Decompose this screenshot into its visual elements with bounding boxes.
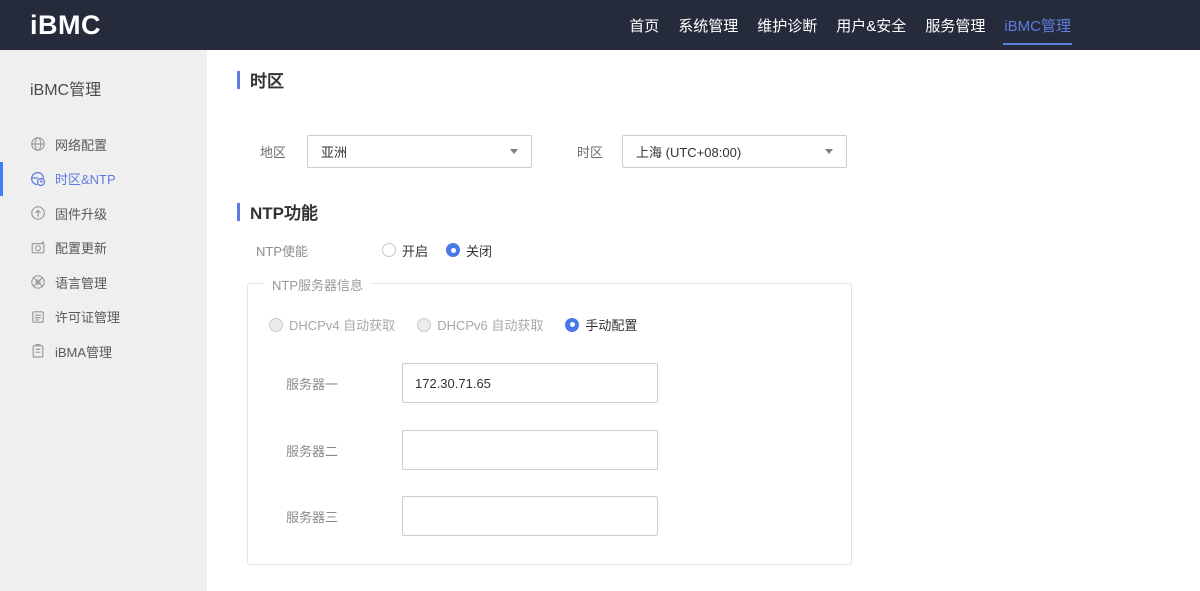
- timezone-clock-icon: [30, 171, 46, 187]
- sidebar-item-firmware-upgrade[interactable]: 固件升级: [0, 196, 207, 231]
- firmware-upload-icon: [30, 205, 46, 221]
- sidebar-item-language[interactable]: 语言管理: [0, 265, 207, 300]
- network-icon: [30, 136, 46, 152]
- main-content: 时区 地区 亚洲 时区 上海 (UTC+08:00) NTP功能 NTP使能 开…: [207, 50, 1200, 591]
- nav-item-ibmc-management[interactable]: iBMC管理: [1002, 0, 1073, 50]
- section-title-text: 时区: [250, 72, 284, 91]
- ntp-section-title: NTP功能: [237, 199, 318, 224]
- sidebar-item-config-update[interactable]: 配置更新: [0, 231, 207, 266]
- radio-selected-icon: [565, 317, 580, 332]
- ntp-enable-on-radio[interactable]: 开启: [382, 241, 428, 260]
- server-row: 服务器二: [286, 430, 658, 470]
- timezone-label: 时区: [577, 145, 604, 160]
- dhcpv4-auto-radio: DHCPv4 自动获取: [269, 315, 395, 334]
- sidebar-menu: 网络配置 时区&NTP 固件升级 配置更新 语言管理 许可证管理 iBMA管理: [0, 127, 207, 369]
- ntp-enable-row: NTP使能 开启 关闭: [256, 241, 510, 260]
- section-title-text: NTP功能: [250, 204, 318, 223]
- sidebar-item-label: 配置更新: [55, 241, 108, 257]
- title-accent-bar: [237, 202, 240, 221]
- language-globe-icon: [30, 274, 46, 290]
- top-nav: 首页 系统管理 维护诊断 用户&安全 服务管理 iBMC管理: [627, 0, 1073, 50]
- radio-disabled-icon: [417, 317, 432, 332]
- nav-item-system[interactable]: 系统管理: [676, 0, 740, 50]
- sidebar-title: iBMC管理: [30, 82, 102, 99]
- server-three-label: 服务器三: [286, 509, 339, 525]
- sidebar-item-label: 网络配置: [55, 137, 108, 153]
- region-select[interactable]: 亚洲: [307, 135, 533, 168]
- server-one-label: 服务器一: [286, 376, 339, 392]
- app-logo: iBMC: [30, 9, 101, 40]
- manual-config-radio[interactable]: 手动配置: [565, 315, 637, 334]
- dhcpv6-auto-radio: DHCPv6 自动获取: [417, 315, 543, 334]
- sidebar-item-timezone-ntp[interactable]: 时区&NTP: [0, 161, 207, 197]
- server-three-input[interactable]: [402, 496, 658, 536]
- server-two-label: 服务器二: [286, 443, 339, 459]
- sidebar-item-license[interactable]: 许可证管理: [0, 300, 207, 335]
- radio-disabled-icon: [269, 317, 283, 332]
- title-accent-bar: [237, 70, 240, 89]
- header: iBMC 首页 系统管理 维护诊断 用户&安全 服务管理 iBMC管理: [0, 0, 1200, 50]
- ntp-server-group: NTP服务器信息 DHCPv4 自动获取 DHCPv6 自动获取 手动配置 服务…: [247, 275, 852, 565]
- timezone-section-title: 时区: [237, 67, 284, 92]
- chevron-down-icon: [825, 149, 834, 154]
- server-two-input[interactable]: [402, 430, 658, 470]
- sidebar-item-label: 语言管理: [55, 275, 108, 291]
- sidebar-item-label: iBMA管理: [55, 344, 113, 360]
- sidebar-item-ibma[interactable]: iBMA管理: [0, 334, 207, 369]
- nav-item-maintenance[interactable]: 维护诊断: [755, 0, 819, 50]
- nav-item-services[interactable]: 服务管理: [923, 0, 987, 50]
- ntp-server-mode-row: DHCPv4 自动获取 DHCPv6 自动获取 手动配置: [269, 315, 659, 334]
- ibma-clipboard-icon: [30, 343, 46, 359]
- ntp-server-group-legend: NTP服务器信息: [264, 275, 372, 294]
- timezone-select[interactable]: 上海 (UTC+08:00): [622, 135, 848, 168]
- ntp-enable-off-radio[interactable]: 关闭: [446, 241, 492, 260]
- config-update-icon: [30, 240, 46, 256]
- nav-item-user-security[interactable]: 用户&安全: [834, 0, 908, 50]
- server-one-input[interactable]: [402, 363, 658, 403]
- sidebar-item-network-config[interactable]: 网络配置: [0, 127, 207, 162]
- sidebar-item-label: 固件升级: [55, 206, 108, 222]
- ntp-enable-label: NTP使能: [256, 243, 309, 259]
- sidebar: iBMC管理 网络配置 时区&NTP 固件升级 配置更新 语言管理 许可证管理 …: [0, 50, 207, 591]
- sidebar-item-label: 许可证管理: [55, 310, 121, 326]
- nav-item-home[interactable]: 首页: [627, 0, 661, 50]
- region-select-value: 亚洲: [321, 145, 348, 160]
- timezone-form-row: 地区 亚洲 时区 上海 (UTC+08:00): [260, 135, 848, 168]
- license-doc-icon: [30, 309, 46, 325]
- sidebar-item-label: 时区&NTP: [55, 172, 116, 188]
- radio-selected-icon: [446, 243, 461, 257]
- radio-unselected-icon: [382, 243, 396, 257]
- chevron-down-icon: [510, 149, 519, 154]
- region-label: 地区: [260, 145, 287, 160]
- server-row: 服务器一: [286, 363, 658, 403]
- timezone-select-value: 上海 (UTC+08:00): [636, 145, 742, 160]
- server-row: 服务器三: [286, 496, 658, 536]
